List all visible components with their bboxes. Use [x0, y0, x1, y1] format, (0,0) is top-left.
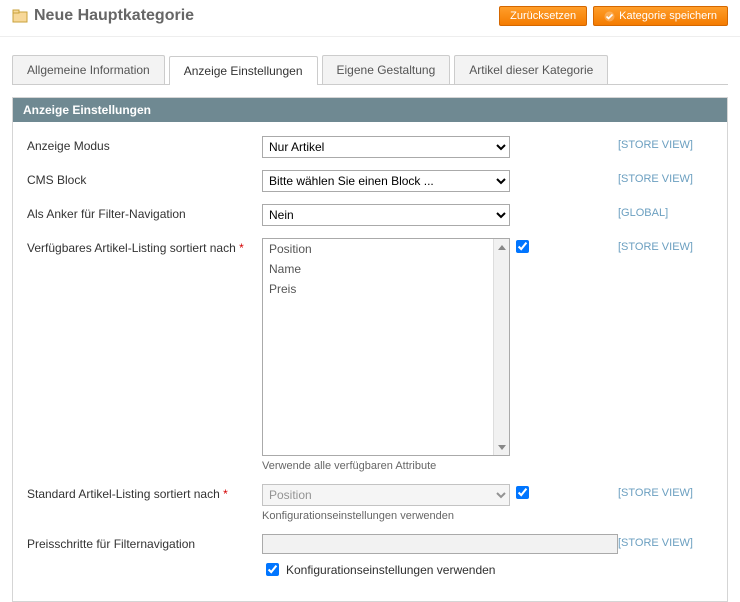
select-default-sort: Position	[262, 484, 510, 506]
tab-general[interactable]: Allgemeine Information	[12, 55, 165, 84]
scope-available-sort: [STORE VIEW]	[618, 238, 713, 253]
select-is-anchor[interactable]: Nein	[262, 204, 510, 226]
hint-available-sort: Verwende alle verfügbaren Attribute	[262, 460, 618, 472]
multiselect-option[interactable]: Name	[263, 259, 509, 279]
scope-price-step: [STORE VIEW]	[618, 534, 713, 549]
category-icon	[12, 8, 28, 24]
checkbox-default-sort-use-config[interactable]	[516, 486, 529, 499]
scope-display-mode: [STORE VIEW]	[618, 136, 713, 151]
scope-is-anchor: [GLOBAL]	[618, 204, 713, 219]
save-button[interactable]: Kategorie speichern	[593, 6, 728, 26]
label-display-mode: Anzeige Modus	[27, 136, 262, 153]
label-price-step-use-config: Konfigurationseinstellungen verwenden	[286, 563, 495, 577]
select-display-mode[interactable]: Nur Artikel	[262, 136, 510, 158]
check-icon	[604, 11, 615, 22]
checkbox-use-all-attributes[interactable]	[516, 240, 529, 253]
label-is-anchor: Als Anker für Filter-Navigation	[27, 204, 262, 221]
scroll-up-icon	[498, 245, 506, 250]
scope-cms-block: [STORE VIEW]	[618, 170, 713, 185]
hint-default-sort: Konfigurationseinstellungen verwenden	[262, 510, 618, 522]
tab-category-products[interactable]: Artikel dieser Kategorie	[454, 55, 608, 84]
multiselect-available-sort[interactable]: Position Name Preis	[262, 238, 510, 456]
checkbox-price-step-use-config[interactable]	[266, 563, 279, 576]
label-available-sort: Verfügbares Artikel-Listing sortiert nac…	[27, 238, 262, 255]
input-price-step	[262, 534, 618, 554]
label-price-step: Preisschritte für Filternavigation	[27, 534, 262, 551]
select-cms-block[interactable]: Bitte wählen Sie einen Block ...	[262, 170, 510, 192]
scrollbar[interactable]	[493, 239, 509, 455]
scroll-down-icon	[498, 445, 506, 450]
label-cms-block: CMS Block	[27, 170, 262, 187]
page-header: Neue Hauptkategorie Zurücksetzen Kategor…	[0, 0, 740, 37]
tab-display-settings[interactable]: Anzeige Einstellungen	[169, 56, 318, 85]
section-title: Anzeige Einstellungen	[13, 98, 727, 122]
reset-button[interactable]: Zurücksetzen	[499, 6, 587, 26]
tabs: Allgemeine Information Anzeige Einstellu…	[12, 55, 728, 85]
label-default-sort: Standard Artikel-Listing sortiert nach *	[27, 484, 262, 501]
multiselect-option[interactable]: Preis	[263, 279, 509, 299]
page-title: Neue Hauptkategorie	[34, 7, 493, 25]
tab-custom-design[interactable]: Eigene Gestaltung	[322, 55, 451, 84]
section-display-settings: Anzeige Einstellungen Anzeige Modus Nur …	[12, 97, 728, 602]
multiselect-option[interactable]: Position	[263, 239, 509, 259]
scope-default-sort: [STORE VIEW]	[618, 484, 713, 499]
